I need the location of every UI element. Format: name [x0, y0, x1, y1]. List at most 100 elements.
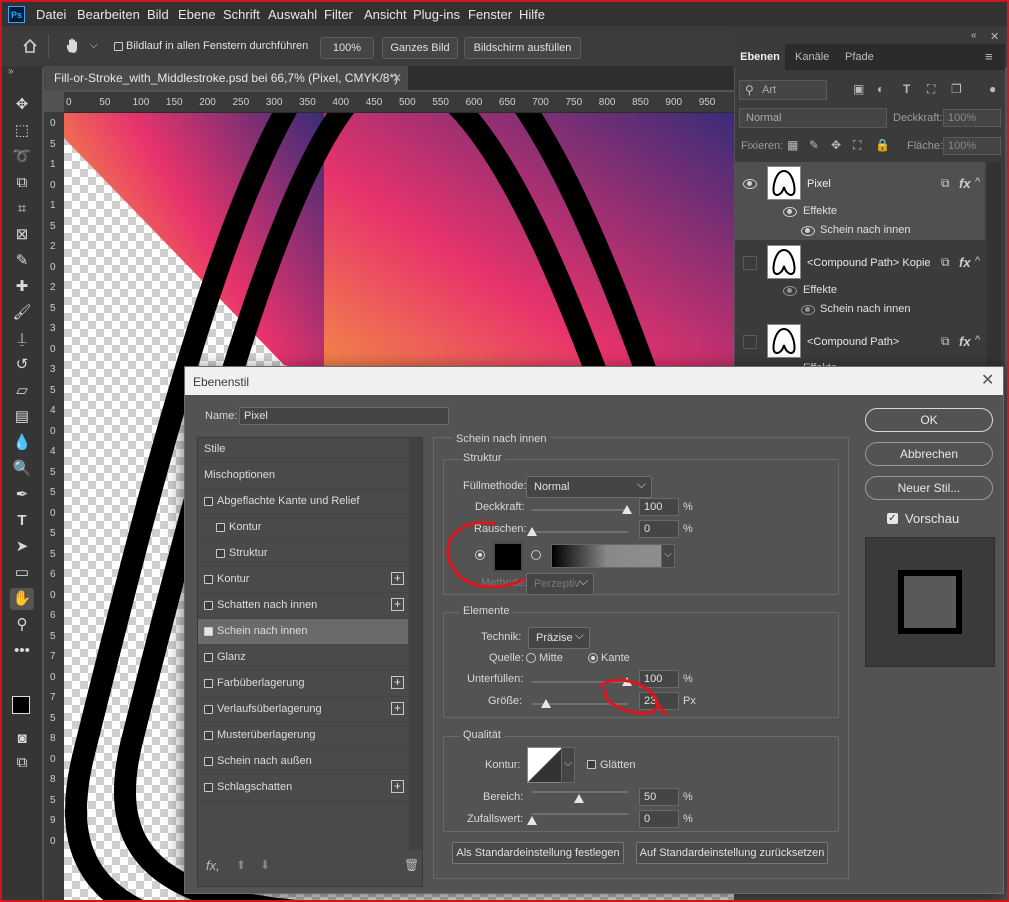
fx-menu-icon[interactable]: fx, — [206, 858, 220, 873]
color-radio[interactable] — [475, 550, 485, 560]
add-style-plus-icon[interactable]: + — [391, 598, 404, 611]
style-checkbox[interactable] — [204, 497, 213, 506]
layer-visibility-eye-icon[interactable] — [743, 179, 757, 189]
style-name-input[interactable]: Pixel — [239, 407, 449, 425]
panel-menu-icon[interactable]: ≡ — [985, 44, 993, 70]
rectangle-tool-icon[interactable]: ▭ — [10, 562, 34, 584]
make-default-button[interactable]: Als Standardeinstellung festlegen — [452, 842, 624, 864]
crop-tool-icon[interactable]: ⌗ — [10, 198, 34, 220]
layer-filter-select[interactable]: ⚲ Art — [739, 80, 827, 100]
reset-default-button[interactable]: Auf Standardeinstellung zurücksetzen — [636, 842, 828, 864]
lock-image-icon[interactable]: ✎ — [809, 138, 819, 152]
effect-eye-icon[interactable] — [801, 305, 815, 315]
layer-row-compound-path-kopie[interactable]: <Compound Path> Kopie ⧉ fx ^ Effekte Sch… — [735, 241, 985, 319]
collapse-effects-icon[interactable]: ^ — [975, 255, 980, 267]
history-brush-tool-icon[interactable]: ↺ — [10, 354, 34, 376]
filter-shape-icon[interactable]: ⛶ — [927, 82, 935, 97]
style-item[interactable]: Schlagschatten + — [198, 775, 408, 801]
menu-plugins[interactable]: Plug-ins — [413, 7, 460, 22]
style-checkbox[interactable] — [216, 549, 225, 558]
style-item[interactable]: Abgeflachte Kante und Relief — [198, 489, 408, 515]
tool-preset-chevron-icon[interactable]: ⌵ — [90, 40, 98, 51]
menu-hilfe[interactable]: Hilfe — [519, 7, 545, 22]
range-input[interactable]: 50 — [639, 788, 679, 806]
tab-kanaele[interactable]: Kanäle — [795, 44, 829, 70]
jitter-slider-knob[interactable] — [527, 816, 537, 825]
jitter-slider-track[interactable] — [532, 813, 628, 815]
layer-row-pixel[interactable]: Pixel ⧉ fx ^ Effekte Schein nach innen — [735, 162, 985, 240]
jitter-input[interactable]: 0 — [639, 810, 679, 828]
marquee-tool-icon[interactable]: ⬚ — [10, 120, 34, 142]
collapse-effects-icon[interactable]: ^ — [975, 334, 980, 346]
choke-input[interactable]: 100 — [639, 670, 679, 688]
style-item[interactable]: Mischoptionen — [198, 463, 408, 489]
scroll-all-checkbox[interactable] — [114, 42, 123, 51]
range-slider-track[interactable] — [532, 791, 628, 793]
style-item[interactable]: Kontur — [198, 515, 408, 541]
screen-mode-icon[interactable]: ⧉ — [10, 752, 34, 774]
style-item[interactable]: Verlaufsüberlagerung + — [198, 697, 408, 723]
gradient-picker-chevron-icon[interactable]: ⌵ — [661, 544, 675, 568]
noise-input[interactable]: 0 — [639, 520, 679, 538]
dodge-tool-icon[interactable]: 🔍 — [10, 458, 34, 480]
move-down-icon[interactable]: ⬇ — [260, 858, 270, 872]
source-center-radio[interactable] — [526, 653, 536, 663]
eraser-tool-icon[interactable]: ▱ — [10, 380, 34, 402]
filter-adjustment-icon[interactable]: ◐ — [877, 82, 884, 96]
lock-position-icon[interactable]: ✥ — [831, 138, 841, 152]
layer-fx-icon[interactable]: fx — [959, 176, 971, 191]
glow-gradient-swatch[interactable] — [551, 544, 663, 568]
effect-eye-icon[interactable] — [801, 226, 815, 236]
layer-fx-icon[interactable]: fx — [959, 255, 971, 270]
style-item[interactable]: Farbüberlagerung + — [198, 671, 408, 697]
layers-scrollbar[interactable] — [987, 162, 1001, 370]
effects-eye-icon[interactable] — [783, 286, 797, 296]
contour-preview[interactable] — [527, 747, 563, 783]
fill-field[interactable]: 100% — [943, 137, 1001, 155]
style-item[interactable]: Schein nach innen — [198, 619, 408, 645]
layer-row-compound-path[interactable]: <Compound Path> ⧉ fx ^ Effekte — [735, 320, 985, 374]
filter-smart-object-icon[interactable]: ❐ — [951, 82, 962, 96]
menu-ebene[interactable]: Ebene — [178, 7, 216, 22]
fit-screen-button[interactable]: Ganzes Bild — [382, 37, 458, 59]
choke-slider-track[interactable] — [532, 681, 628, 683]
style-checkbox[interactable] — [204, 783, 213, 792]
close-tab-icon[interactable]: ✕ — [392, 66, 402, 90]
layer-fx-icon[interactable]: fx — [959, 334, 971, 349]
menu-datei[interactable]: Datei — [36, 7, 66, 22]
healing-brush-tool-icon[interactable]: ✚ — [10, 276, 34, 298]
style-item[interactable]: Stile — [198, 437, 408, 463]
pen-tool-icon[interactable]: ✒ — [10, 484, 34, 506]
lock-transparent-icon[interactable]: ▦ — [787, 138, 798, 152]
path-select-tool-icon[interactable]: ➤ — [10, 536, 34, 558]
blend-mode-select[interactable]: Normal — [739, 108, 887, 128]
style-item[interactable]: Schatten nach innen + — [198, 593, 408, 619]
cancel-button[interactable]: Abbrechen — [865, 442, 993, 466]
opacity-field[interactable]: 100% — [943, 109, 1001, 127]
lock-all-icon[interactable]: 🔒 — [875, 138, 890, 152]
new-style-button[interactable]: Neuer Stil... — [865, 476, 993, 500]
add-style-plus-icon[interactable]: + — [391, 702, 404, 715]
brush-tool-icon[interactable]: 🖌 — [10, 302, 34, 324]
size-input[interactable]: 23 — [639, 692, 679, 710]
menu-schrift[interactable]: Schrift — [223, 7, 260, 22]
hand-tool-icon[interactable] — [64, 37, 82, 55]
blur-tool-icon[interactable]: 💧 — [10, 432, 34, 454]
hand-tool-active-icon[interactable]: ✋ — [10, 588, 34, 610]
add-style-plus-icon[interactable]: + — [391, 572, 404, 585]
lock-artboard-icon[interactable]: ⛶ — [853, 138, 861, 153]
source-edge-radio[interactable] — [588, 653, 598, 663]
foreground-color-swatch[interactable] — [12, 696, 30, 714]
contour-chevron-icon[interactable]: ⌵ — [561, 747, 575, 783]
opacity-slider-track[interactable] — [532, 509, 628, 511]
eyedropper-tool-icon[interactable]: ✎ — [10, 250, 34, 272]
glow-color-swatch[interactable] — [493, 542, 523, 572]
style-item[interactable]: Glanz — [198, 645, 408, 671]
collapse-toolbar-icon[interactable]: » — [8, 66, 14, 77]
zoom-100-button[interactable]: 100% — [320, 37, 374, 59]
noise-slider-track[interactable] — [532, 531, 628, 533]
style-checkbox[interactable] — [204, 679, 213, 688]
layer-visibility-off[interactable] — [743, 256, 757, 270]
gradient-radio[interactable] — [531, 550, 541, 560]
delete-effect-icon[interactable]: 🗑 — [404, 858, 419, 872]
